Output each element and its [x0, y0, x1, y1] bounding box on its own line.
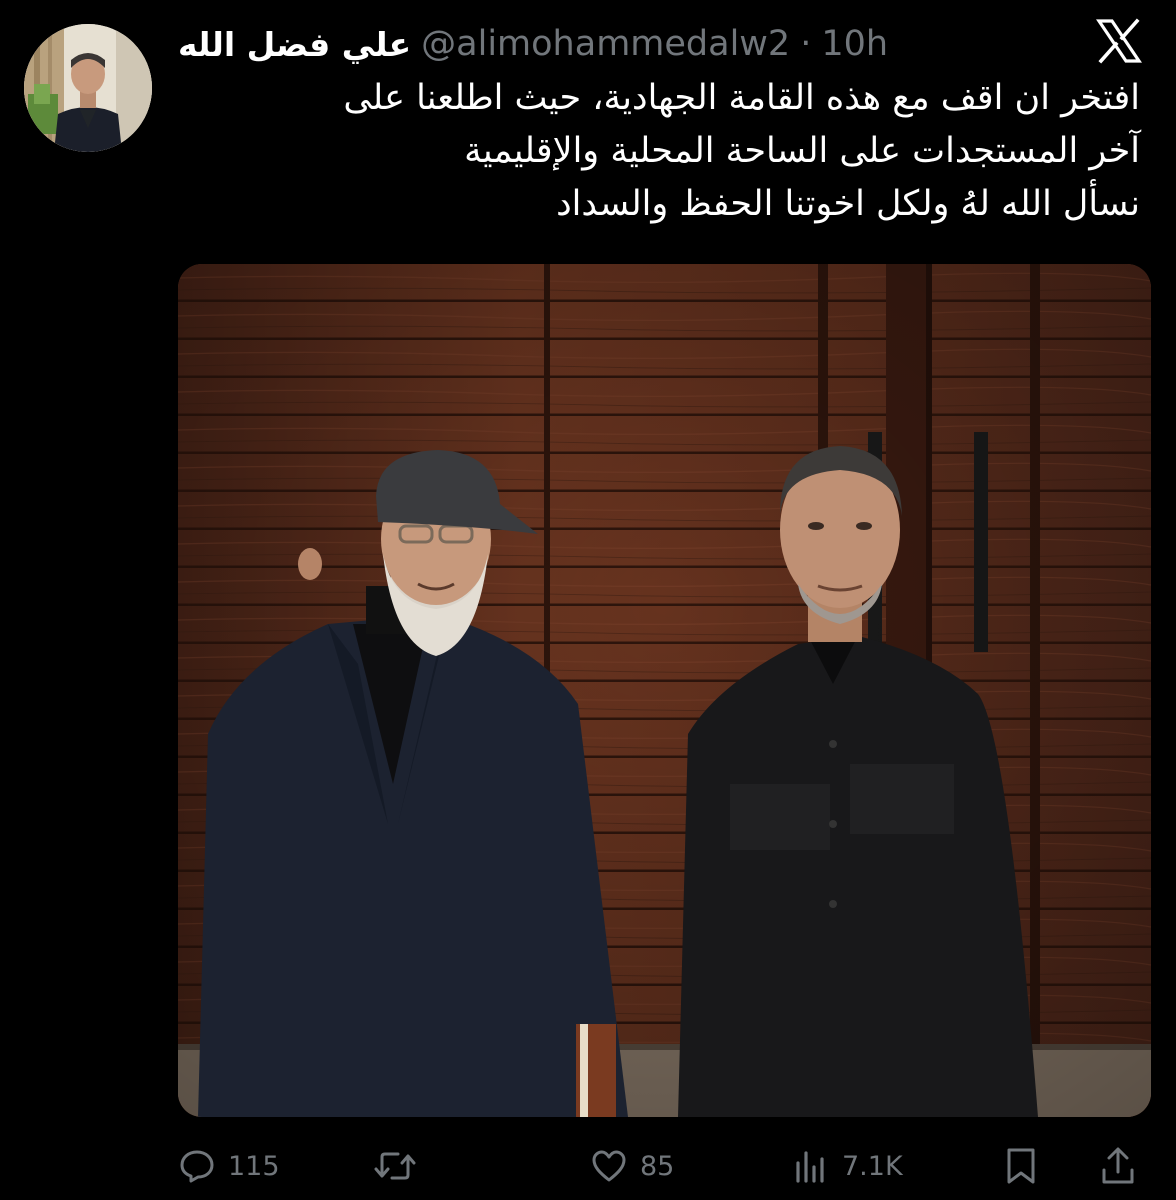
bookmark-button[interactable]	[1004, 1140, 1038, 1192]
display-name[interactable]: علي فضل الله	[178, 25, 411, 64]
avatar[interactable]	[24, 24, 152, 152]
tweet-photo[interactable]	[178, 264, 1151, 1117]
heart-icon	[590, 1148, 628, 1184]
timestamp[interactable]: 10h	[821, 24, 888, 64]
bookmark-icon	[1004, 1146, 1038, 1186]
x-logo-icon	[1095, 18, 1143, 64]
like-button[interactable]: 85	[590, 1140, 674, 1192]
like-count: 85	[640, 1150, 675, 1182]
tweet-text-line: افتخر ان اقف مع هذه القامة الجهادية، حيث…	[343, 78, 1140, 118]
reply-count: 115	[228, 1150, 280, 1182]
retweet-icon	[374, 1147, 416, 1185]
views-count: 7.1K	[842, 1150, 903, 1182]
avatar-image	[24, 24, 152, 152]
separator-dot: ·	[800, 24, 812, 64]
retweet-button[interactable]	[374, 1140, 428, 1192]
views-button[interactable]: 7.1K	[792, 1140, 903, 1192]
user-handle[interactable]: @alimohammedalw2	[421, 24, 790, 64]
tweet-text-line: نسأل الله لهُ ولكل اخوتنا الحفظ والسداد	[556, 184, 1140, 224]
share-button[interactable]	[1100, 1140, 1136, 1192]
reply-button[interactable]: 115	[178, 1140, 280, 1192]
tweet-header: علي فضل الله @alimohammedalw2 · 10h	[178, 18, 1078, 70]
tweet-action-bar: 115 85 7.1K	[178, 1140, 1148, 1192]
tweet-text-line: آخر المستجدات على الساحة المحلية والإقلي…	[464, 131, 1140, 171]
tweet-text: افتخر ان اقف مع هذه القامة الجهادية، حيث…	[180, 72, 1140, 231]
reply-icon	[178, 1147, 216, 1185]
share-icon	[1100, 1146, 1136, 1186]
views-icon	[792, 1147, 830, 1185]
photo-image	[178, 264, 1151, 1117]
